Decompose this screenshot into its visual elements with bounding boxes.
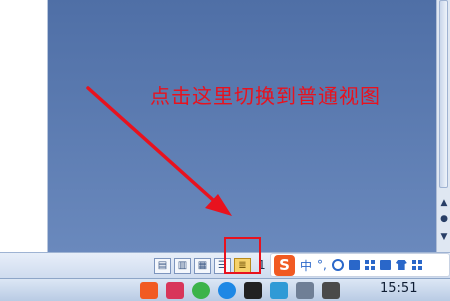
ime-mode-label[interactable]: 中 [300, 257, 312, 274]
skin-icon[interactable] [395, 260, 407, 270]
normal-view-button[interactable]: ▤ [154, 258, 171, 274]
toolbox-icon[interactable] [411, 260, 422, 270]
ime-toolbar[interactable]: S 中 °, [270, 253, 450, 277]
app-taskbar-icon[interactable] [166, 282, 184, 299]
user-icon[interactable] [379, 260, 391, 270]
sogou-logo-icon[interactable]: S [274, 254, 295, 276]
microphone-icon[interactable] [348, 260, 360, 270]
taskbar-icons [140, 282, 340, 299]
web-layout-view-button[interactable]: ▥ [174, 258, 191, 274]
print-layout-view-button[interactable]: ▦ [194, 258, 211, 274]
sogou-taskbar-icon[interactable] [140, 282, 158, 299]
keyboard-icon[interactable] [364, 260, 375, 270]
taskbar-clock[interactable]: 15:51 [380, 281, 417, 296]
wechat-icon[interactable] [192, 282, 210, 299]
emoji-icon[interactable] [331, 259, 344, 271]
app-round-icon[interactable] [218, 282, 236, 299]
network-icon[interactable] [296, 282, 314, 299]
volume-icon[interactable] [322, 282, 340, 299]
taskbar: 15:51 [0, 278, 450, 301]
annotation-highlight-box [224, 237, 261, 274]
browser-icon[interactable] [270, 282, 288, 299]
ime-punctuation-label[interactable]: °, [317, 258, 327, 272]
qq-icon[interactable] [244, 282, 262, 299]
